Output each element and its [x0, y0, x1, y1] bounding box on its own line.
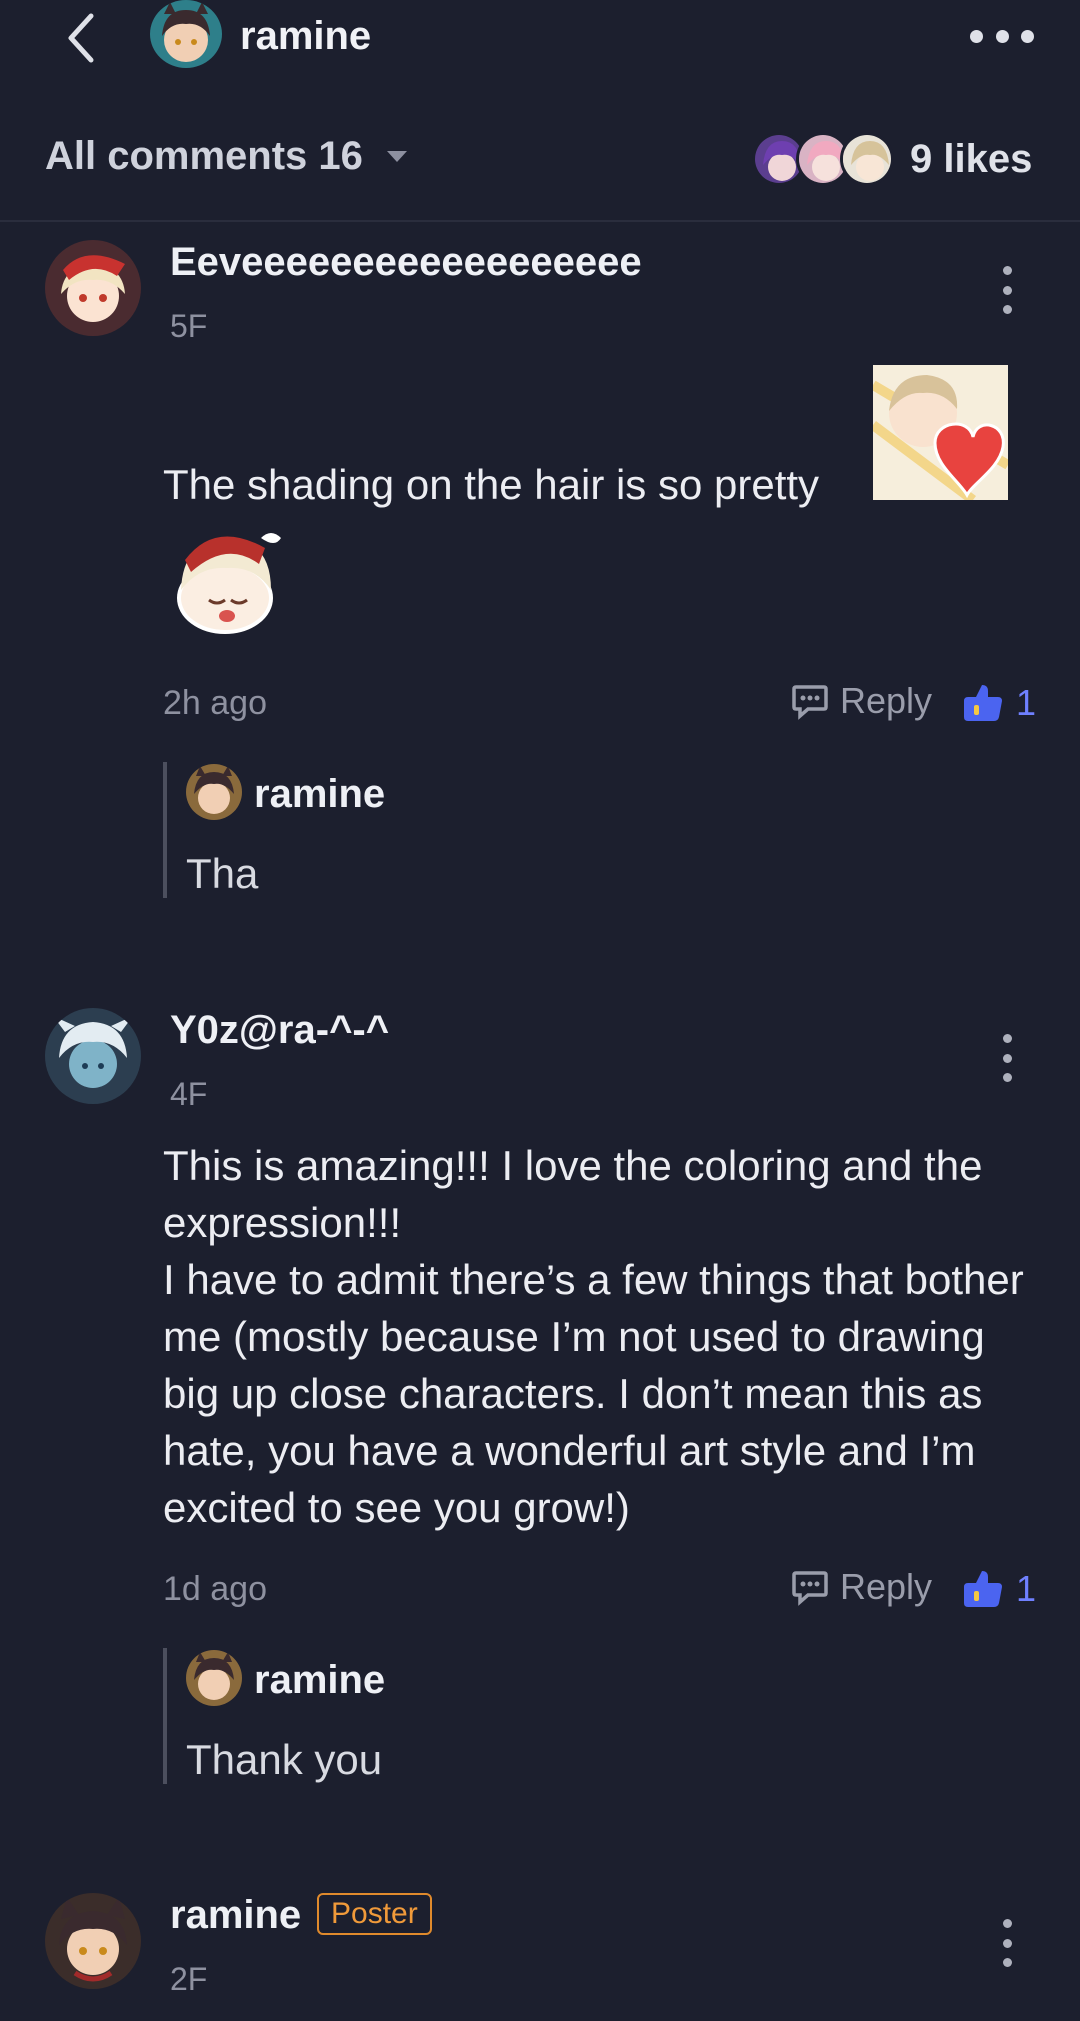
dot: [1002, 1073, 1012, 1082]
caret-down-icon: [386, 151, 407, 162]
comment-text: This is amazing!!! I love the coloring a…: [163, 1137, 1043, 1536]
comment-username[interactable]: Eeveeeeeeeeeeeeeeeeee: [170, 240, 642, 285]
header-avatar[interactable]: [150, 0, 222, 68]
comment-more-button[interactable]: [997, 266, 1017, 314]
comment-floor: 4F: [170, 1076, 208, 1112]
dot: [1002, 1053, 1012, 1063]
more-options-button[interactable]: [970, 20, 1034, 52]
more-vertical-icon: [1002, 1034, 1012, 1043]
reply-bubble-icon: [792, 1571, 828, 1606]
like-count: 1: [1016, 682, 1037, 723]
reply-button[interactable]: Reply: [790, 680, 932, 722]
reply-label: Reply: [840, 1566, 933, 1607]
reply-thread-bar: [163, 762, 167, 898]
back-button[interactable]: [52, 8, 108, 68]
more-horizontal-icon: [970, 29, 983, 43]
header-title: ramine: [240, 14, 372, 58]
comment-username[interactable]: ramine: [170, 1893, 301, 1938]
comment-avatar[interactable]: [45, 1008, 141, 1104]
comment-avatar[interactable]: [45, 1893, 141, 1989]
dot: [1021, 29, 1034, 43]
liker-avatar: [840, 132, 894, 186]
poster-badge: Poster: [317, 1893, 432, 1935]
comment-text: The shading on the hair is so pretty: [163, 461, 820, 508]
more-vertical-icon: [1002, 266, 1012, 275]
character-avatar-icon: [150, 0, 222, 68]
reply-avatar[interactable]: [186, 764, 242, 820]
comment-more-button[interactable]: [997, 1034, 1017, 1082]
heart-sticker: [870, 365, 1011, 504]
comment-time: 1d ago: [163, 1570, 267, 1608]
comment-floor: 2F: [170, 1961, 208, 1997]
dot: [1002, 285, 1012, 295]
like-button[interactable]: 1: [962, 1568, 1036, 1610]
comment-time: 2h ago: [163, 684, 267, 722]
comments-count-label: All comments 16: [45, 134, 363, 178]
reply-text: Tha: [186, 850, 259, 897]
reply-label: Reply: [840, 680, 933, 721]
thumbs-up-icon: [964, 685, 1002, 721]
reply-thread-bar: [163, 1648, 167, 1784]
chevron-left-icon: [68, 13, 94, 63]
chibi-sticker: [165, 520, 295, 642]
comment-text-line: I have to admit there’s a few things tha…: [163, 1256, 1024, 1531]
comment-avatar[interactable]: [45, 240, 141, 336]
reply-button[interactable]: Reply: [790, 1566, 932, 1608]
thumbs-up-icon: [964, 1571, 1002, 1607]
dot: [995, 29, 1009, 43]
comment-floor: 5F: [170, 308, 208, 344]
comment-text-line: This is amazing!!! I love the coloring a…: [163, 1142, 983, 1246]
reply-bubble-icon: [792, 685, 828, 720]
comment-username[interactable]: Y0z@ra-^-^: [170, 1008, 389, 1053]
likes-count[interactable]: 9 likes: [910, 137, 1032, 182]
comment-more-button[interactable]: [997, 1919, 1017, 1967]
dot: [1002, 1958, 1012, 1967]
more-vertical-icon: [1002, 1919, 1012, 1928]
divider: [0, 220, 1080, 222]
likers-avatars[interactable]: [752, 132, 902, 188]
dot: [1002, 305, 1012, 314]
reply-text: Thank you: [186, 1736, 383, 1783]
like-button[interactable]: 1: [962, 682, 1036, 724]
reply-username[interactable]: ramine: [254, 1658, 385, 1703]
like-count: 1: [1016, 1568, 1037, 1609]
comments-sort-dropdown[interactable]: All comments 16: [45, 134, 407, 179]
dot: [1002, 1938, 1012, 1948]
reply-username[interactable]: ramine: [254, 772, 385, 817]
reply-avatar[interactable]: [186, 1650, 242, 1706]
